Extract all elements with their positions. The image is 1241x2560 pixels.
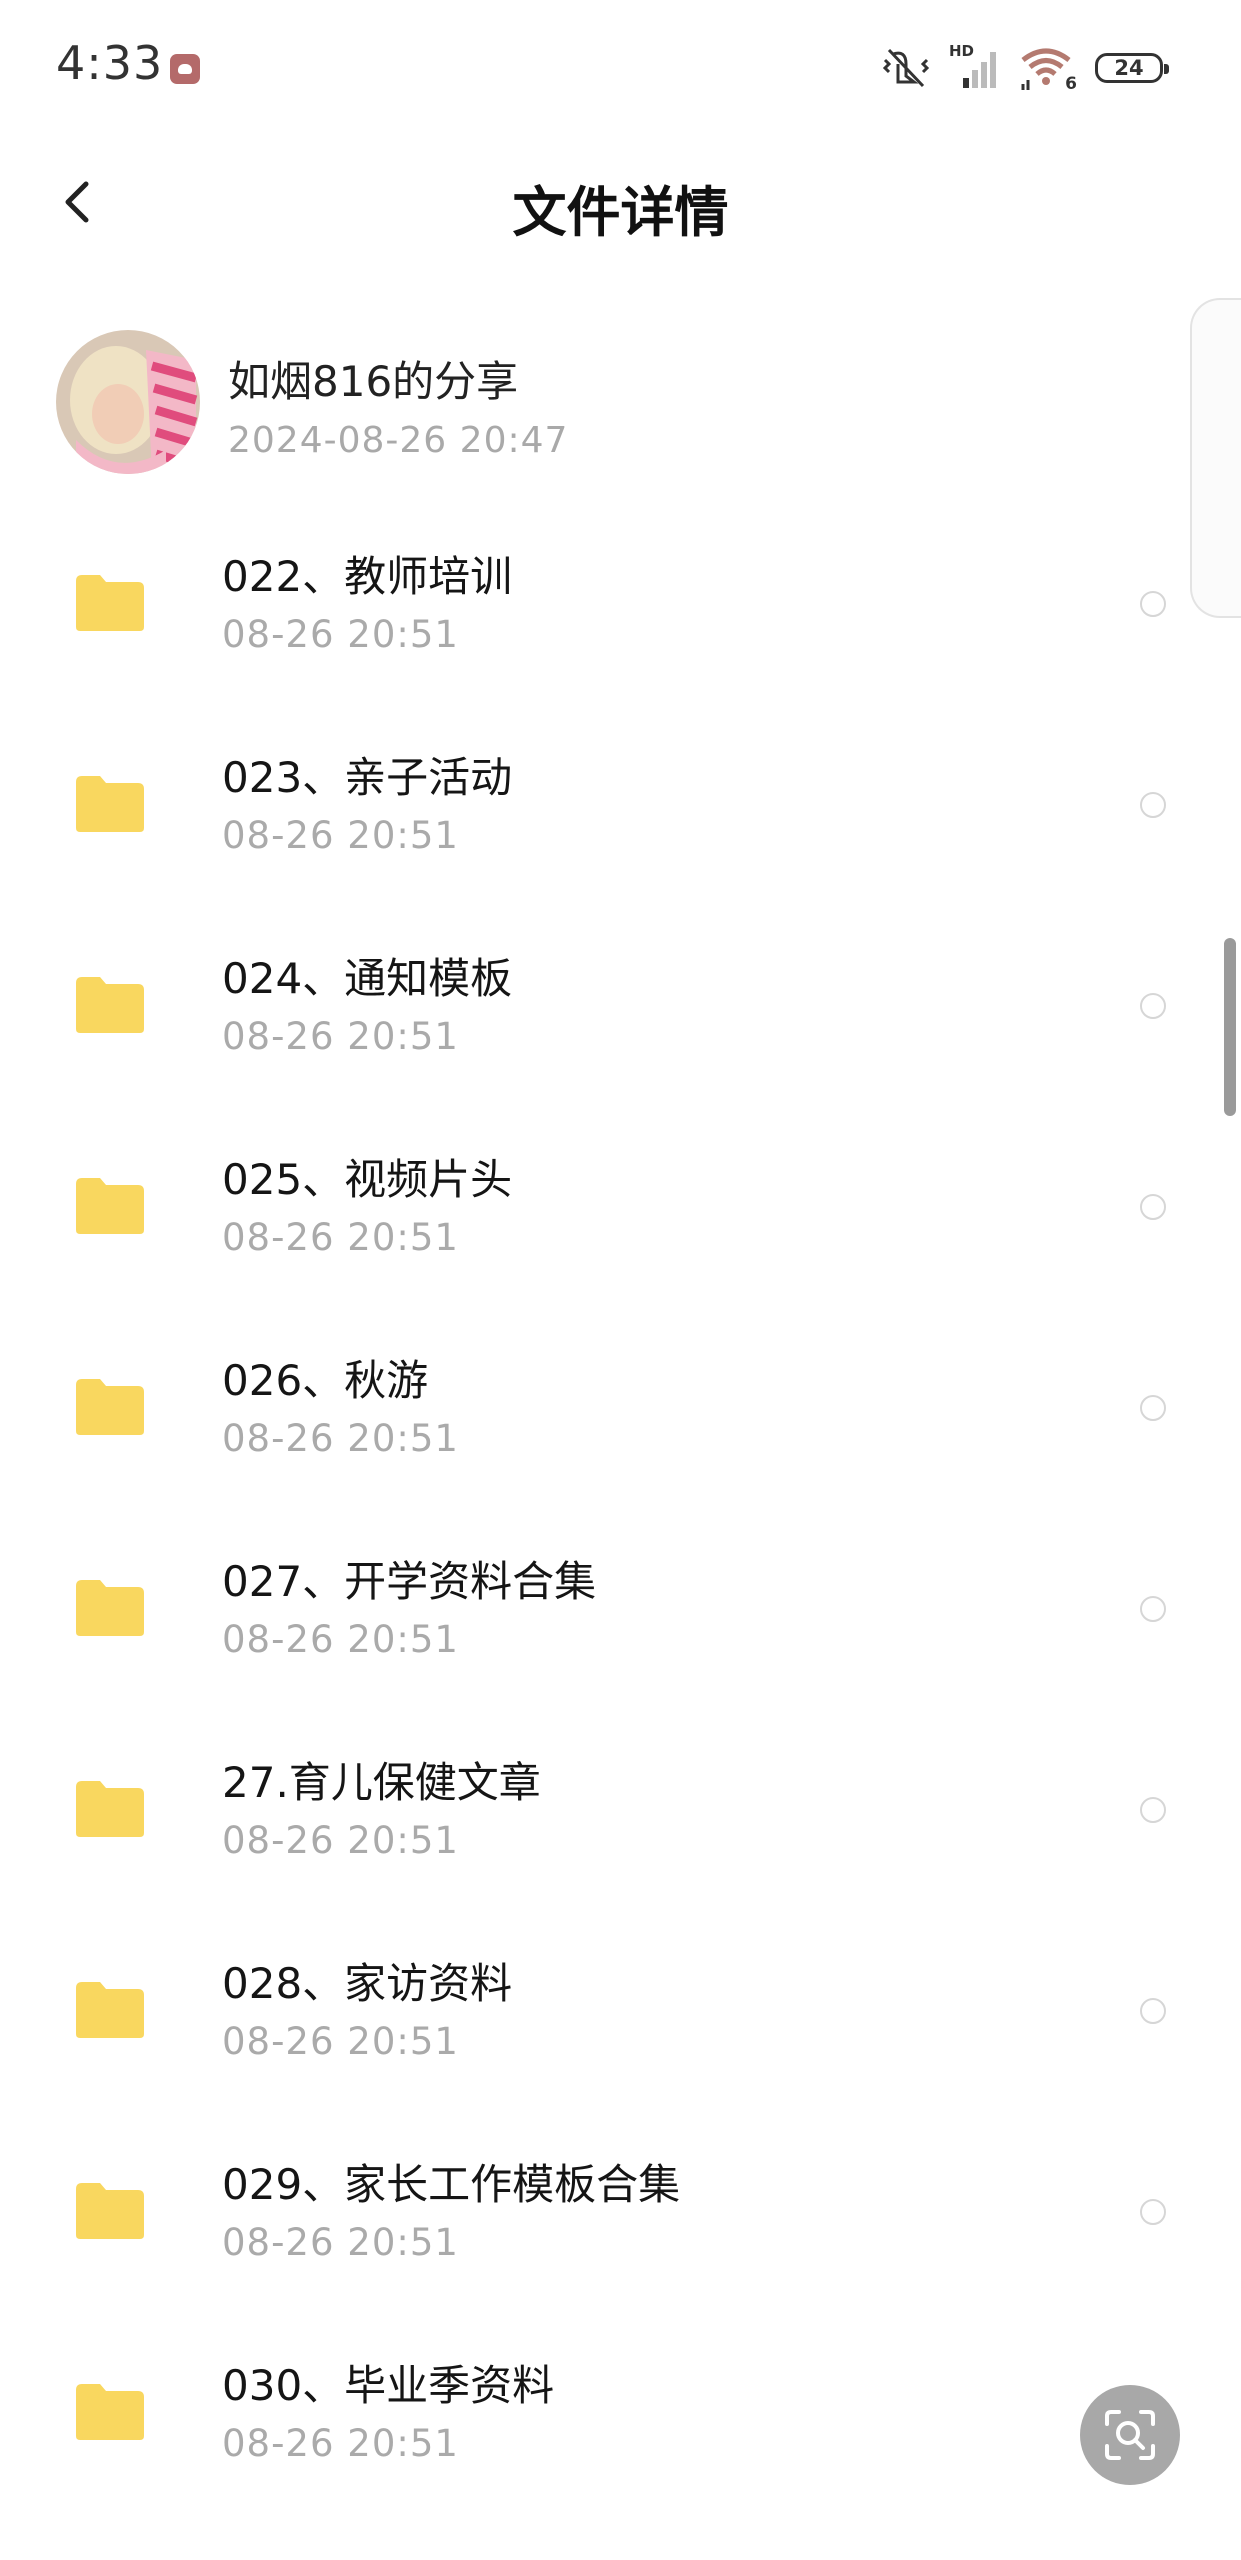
file-name: 030、毕业季资料 (222, 2361, 555, 2410)
folder-icon (76, 575, 144, 631)
file-row[interactable]: 026、秋游 08-26 20:51 (0, 1319, 1241, 1520)
wifi-icon: 6 (1019, 46, 1077, 94)
folder-icon (76, 1982, 144, 2038)
file-date: 08-26 20:51 (222, 2422, 459, 2465)
select-radio[interactable] (1140, 1395, 1166, 1421)
cloud-app-icon (170, 54, 200, 84)
select-radio[interactable] (1140, 591, 1166, 617)
scrollbar-thumb[interactable] (1224, 938, 1236, 1116)
status-bar: 4:33 HD 6 24 (0, 0, 1241, 140)
folder-icon (76, 2384, 144, 2440)
folder-icon (76, 776, 144, 832)
file-row[interactable]: 029、家长工作模板合集 08-26 20:51 (0, 2123, 1241, 2324)
app-header: 文件详情 (0, 140, 1241, 270)
folder-icon (76, 1379, 144, 1435)
file-name: 027、开学资料合集 (222, 1557, 597, 1606)
select-radio[interactable] (1140, 792, 1166, 818)
select-radio[interactable] (1140, 993, 1166, 1019)
file-date: 08-26 20:51 (222, 2221, 459, 2264)
file-date: 08-26 20:51 (222, 814, 459, 857)
folder-icon (76, 1580, 144, 1636)
select-radio[interactable] (1140, 1797, 1166, 1823)
battery-level: 24 (1114, 56, 1144, 80)
signal-icon: HD (949, 42, 1001, 90)
share-datetime: 2024-08-26 20:47 (228, 420, 569, 461)
file-row[interactable]: 030、毕业季资料 08-26 20:51 (0, 2324, 1241, 2525)
file-date: 08-26 20:51 (222, 1417, 459, 1460)
file-row[interactable]: 027、开学资料合集 08-26 20:51 (0, 1520, 1241, 1721)
folder-icon (76, 2183, 144, 2239)
folder-icon (76, 977, 144, 1033)
file-date: 08-26 20:51 (222, 2020, 459, 2063)
status-icons: HD 6 24 (881, 40, 1169, 96)
file-list: 022、教师培训 08-26 20:51 023、亲子活动 08-26 20:5… (0, 515, 1241, 2525)
file-date: 08-26 20:51 (222, 1015, 459, 1058)
wifi-6-label: 6 (1065, 74, 1077, 94)
page-title: 文件详情 (512, 181, 729, 244)
file-name: 025、视频片头 (222, 1155, 513, 1204)
file-row[interactable]: 023、亲子活动 08-26 20:51 (0, 716, 1241, 917)
select-radio[interactable] (1140, 1998, 1166, 2024)
file-date: 08-26 20:51 (222, 1216, 459, 1259)
select-radio[interactable] (1140, 1596, 1166, 1622)
file-name: 023、亲子活动 (222, 753, 513, 802)
file-name: 028、家访资料 (222, 1959, 513, 2008)
screen: 4:33 HD 6 24 文件详情 如烟816的分享 2024-08-26 20… (0, 0, 1241, 2560)
image-search-button[interactable] (1080, 2385, 1180, 2485)
battery-indicator: 24 (1095, 53, 1169, 83)
file-name: 022、教师培训 (222, 552, 513, 601)
sharer-name: 如烟816的分享 (228, 357, 519, 406)
select-radio[interactable] (1140, 2199, 1166, 2225)
side-panel-handle[interactable] (1190, 298, 1241, 618)
folder-icon (76, 1178, 144, 1234)
file-row[interactable]: 025、视频片头 08-26 20:51 (0, 1118, 1241, 1319)
scan-search-icon (1105, 2410, 1155, 2460)
sharer-info: 如烟816的分享 2024-08-26 20:47 (0, 320, 1241, 480)
avatar[interactable] (56, 330, 200, 474)
file-name: 029、家长工作模板合集 (222, 2160, 681, 2209)
file-row[interactable]: 024、通知模板 08-26 20:51 (0, 917, 1241, 1118)
file-date: 08-26 20:51 (222, 613, 459, 656)
folder-icon (76, 1781, 144, 1837)
file-name: 026、秋游 (222, 1356, 429, 1405)
file-name: 024、通知模板 (222, 954, 513, 1003)
file-date: 08-26 20:51 (222, 1618, 459, 1661)
vibrate-mute-icon (882, 48, 930, 88)
file-row[interactable]: 028、家访资料 08-26 20:51 (0, 1922, 1241, 2123)
file-row[interactable]: 27.育儿保健文章 08-26 20:51 (0, 1721, 1241, 1922)
status-time: 4:33 (56, 36, 164, 90)
file-row[interactable]: 022、教师培训 08-26 20:51 (0, 515, 1241, 716)
file-name: 27.育儿保健文章 (222, 1758, 541, 1807)
select-radio[interactable] (1140, 1194, 1166, 1220)
file-date: 08-26 20:51 (222, 1819, 459, 1862)
